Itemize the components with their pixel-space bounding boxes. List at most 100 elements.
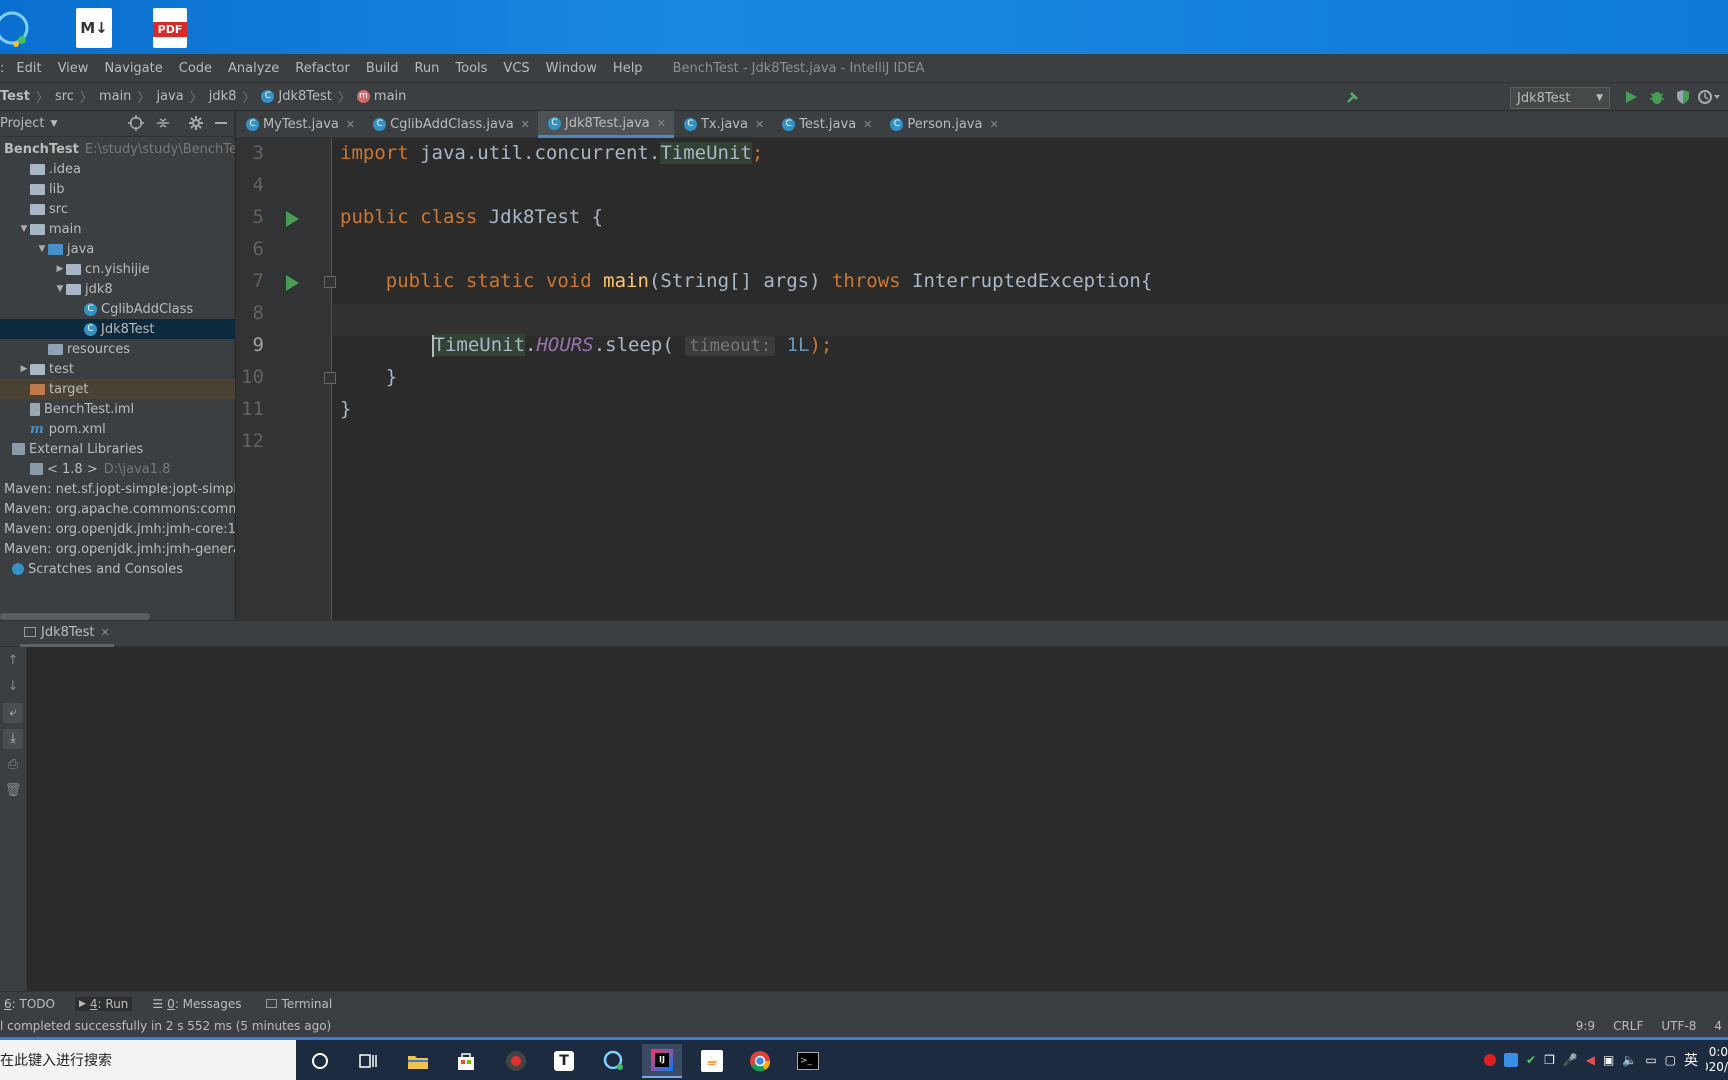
tab-person[interactable]: C Person.java ✕	[880, 111, 1006, 138]
tree-item-target[interactable]: target	[0, 379, 235, 399]
run-configuration-select[interactable]: Jdk8Test ▼	[1510, 87, 1610, 109]
menu-build[interactable]: Build	[358, 61, 407, 76]
tab-test[interactable]: C Test.java ✕	[772, 111, 880, 138]
menu-view[interactable]: View	[50, 61, 97, 76]
debug-bug-icon[interactable]	[1648, 88, 1666, 106]
expand-arrow-icon[interactable]: ▼	[36, 244, 48, 254]
arrow-up-icon[interactable]: ↑	[3, 651, 23, 671]
input-method-indicator[interactable]: 英	[1684, 1050, 1698, 1070]
close-icon[interactable]: ✕	[101, 626, 110, 639]
breadcrumb-method[interactable]: main	[374, 89, 406, 104]
tree-item-maven-org-openjdk-jmh-jmh-genera[interactable]: Maven: org.openjdk.jmh:jmh-genera	[0, 539, 235, 559]
breadcrumb-main[interactable]: main	[99, 89, 131, 104]
pdf-app-icon[interactable]: PDF	[150, 6, 190, 50]
tree-item-idea[interactable]: .idea	[0, 159, 235, 179]
tree-item-maven-org-apache-commons-comm[interactable]: Maven: org.apache.commons:comm	[0, 499, 235, 519]
horizontal-scrollbar[interactable]	[0, 613, 150, 620]
tree-item-scratches-and-consoles[interactable]: Scratches and Consoles	[0, 559, 235, 579]
network-app-icon[interactable]	[0, 6, 34, 50]
display-icon[interactable]: ▢	[1665, 1053, 1676, 1067]
tree-item-src[interactable]: src	[0, 199, 235, 219]
print-icon[interactable]: ⎙	[3, 755, 23, 775]
fold-marker-icon[interactable]	[324, 276, 336, 288]
run-tool-button[interactable]: ▶ 4: Run	[74, 996, 133, 1011]
tree-item-test[interactable]: ▶ test	[0, 359, 235, 379]
java-cup-icon[interactable]: ☕	[692, 1044, 732, 1078]
speaker-icon[interactable]: 🔈	[1622, 1053, 1637, 1067]
tree-item-lib[interactable]: lib	[0, 179, 235, 199]
menu-code[interactable]: Code	[171, 61, 220, 76]
tree-item-cglibaddclass[interactable]: C CglibAddClass	[0, 299, 235, 319]
gear-icon[interactable]	[188, 115, 204, 135]
store-bag-icon[interactable]	[446, 1044, 486, 1078]
caret-position[interactable]: 9:9	[1576, 1019, 1595, 1033]
terminal-tool-button[interactable]: Terminal	[262, 997, 337, 1011]
app-tray-icon[interactable]	[1504, 1053, 1518, 1067]
breadcrumb-src[interactable]: src	[55, 89, 74, 104]
clock[interactable]: 0:0 2020/	[1706, 1045, 1728, 1075]
clipboard-icon[interactable]: ❐	[1544, 1053, 1555, 1067]
menu-vcs[interactable]: VCS	[495, 61, 537, 76]
menu-analyze[interactable]: Analyze	[220, 61, 287, 76]
indent-setting[interactable]: 4	[1714, 1019, 1722, 1033]
status-message[interactable]: l completed successfully in 2 s 552 ms (…	[0, 1019, 331, 1033]
project-view-selector[interactable]: Project ▼	[0, 116, 57, 131]
todo-tool-button[interactable]: 6: TODO	[0, 997, 59, 1011]
tree-item-maven-org-openjdk-jmh-jmh-core-1[interactable]: Maven: org.openjdk.jmh:jmh-core:1.	[0, 519, 235, 539]
breadcrumb-project[interactable]: Test	[0, 89, 30, 104]
locate-target-icon[interactable]	[128, 115, 144, 135]
messages-tool-button[interactable]: ☰ 0: Messages	[148, 997, 245, 1011]
run-gutter-icon[interactable]	[286, 275, 299, 291]
menu-tools[interactable]: Tools	[447, 61, 495, 76]
collapse-all-icon[interactable]	[155, 115, 171, 135]
microphone-icon[interactable]: 🎤	[1563, 1053, 1578, 1067]
collapse-arrow-icon[interactable]: ▶	[18, 364, 30, 374]
typora-icon[interactable]: T	[544, 1044, 584, 1078]
soft-wrap-icon[interactable]: ⤶	[3, 703, 23, 723]
line-separator[interactable]: CRLF	[1613, 1019, 1643, 1033]
tree-item-pom-xml[interactable]: m pom.xml	[0, 419, 235, 439]
close-icon[interactable]: ✕	[657, 117, 666, 130]
menu-edit[interactable]: Edit	[8, 61, 49, 76]
close-icon[interactable]: ✕	[755, 118, 764, 131]
close-icon[interactable]: ✕	[989, 118, 998, 131]
tree-item-jdk8test[interactable]: C Jdk8Test	[0, 319, 235, 339]
breadcrumb-jdk8[interactable]: jdk8	[209, 89, 237, 104]
tab-mytest[interactable]: C MyTest.java ✕	[236, 111, 363, 138]
run-console-output[interactable]	[27, 647, 1728, 991]
menu-window[interactable]: Window	[538, 61, 605, 76]
menu-file-partial[interactable]: :	[0, 61, 8, 76]
scroll-to-end-icon[interactable]: ⤓	[3, 729, 23, 749]
tree-item-cn-yishijie[interactable]: ▶ cn.yishijie	[0, 259, 235, 279]
close-icon[interactable]: ✕	[863, 118, 872, 131]
close-icon[interactable]: ✕	[346, 118, 355, 131]
run-icon[interactable]	[1622, 88, 1640, 106]
expand-arrow-icon[interactable]: ▼	[54, 284, 66, 294]
menu-help[interactable]: Help	[605, 61, 651, 76]
tree-item-1-8[interactable]: < 1.8 > D:\java1.8	[0, 459, 235, 479]
fold-marker-icon[interactable]	[324, 372, 336, 384]
menu-refactor[interactable]: Refactor	[287, 61, 358, 76]
arrow-down-icon[interactable]: ↓	[3, 677, 23, 697]
code-editor[interactable]: 3 import java.util.concurrent.TimeUnit; …	[236, 138, 1728, 620]
file-encoding[interactable]: UTF-8	[1661, 1019, 1696, 1033]
file-explorer-icon[interactable]	[398, 1044, 438, 1078]
tree-item-java[interactable]: ▼ java	[0, 239, 235, 259]
run-tab-jdk8test[interactable]: Jdk8Test ✕	[20, 621, 114, 647]
breadcrumb-java[interactable]: java	[156, 89, 183, 104]
build-hammer-icon[interactable]	[1344, 88, 1362, 106]
tree-item-external-libraries[interactable]: External Libraries	[0, 439, 235, 459]
record-tray-icon[interactable]	[1484, 1054, 1496, 1066]
collapse-arrow-icon[interactable]: ▶	[54, 264, 66, 274]
tree-item-benchtest-iml[interactable]: BenchTest.iml	[0, 399, 235, 419]
intellij-idea-icon[interactable]: IJ	[642, 1044, 682, 1078]
markdown-app-icon[interactable]: M↓	[74, 6, 114, 50]
chrome-icon[interactable]	[740, 1044, 780, 1078]
network-app-icon[interactable]	[594, 1044, 634, 1078]
volume-muted-icon[interactable]: ◀	[1586, 1053, 1595, 1067]
network-tray-icon[interactable]: ▣	[1603, 1053, 1614, 1067]
close-icon[interactable]: ✕	[521, 118, 530, 131]
taskbar-search-box[interactable]: 在此键入进行搜索	[0, 1040, 296, 1080]
battery-icon[interactable]: ▭	[1645, 1053, 1656, 1067]
run-gutter-icon[interactable]	[286, 211, 299, 227]
